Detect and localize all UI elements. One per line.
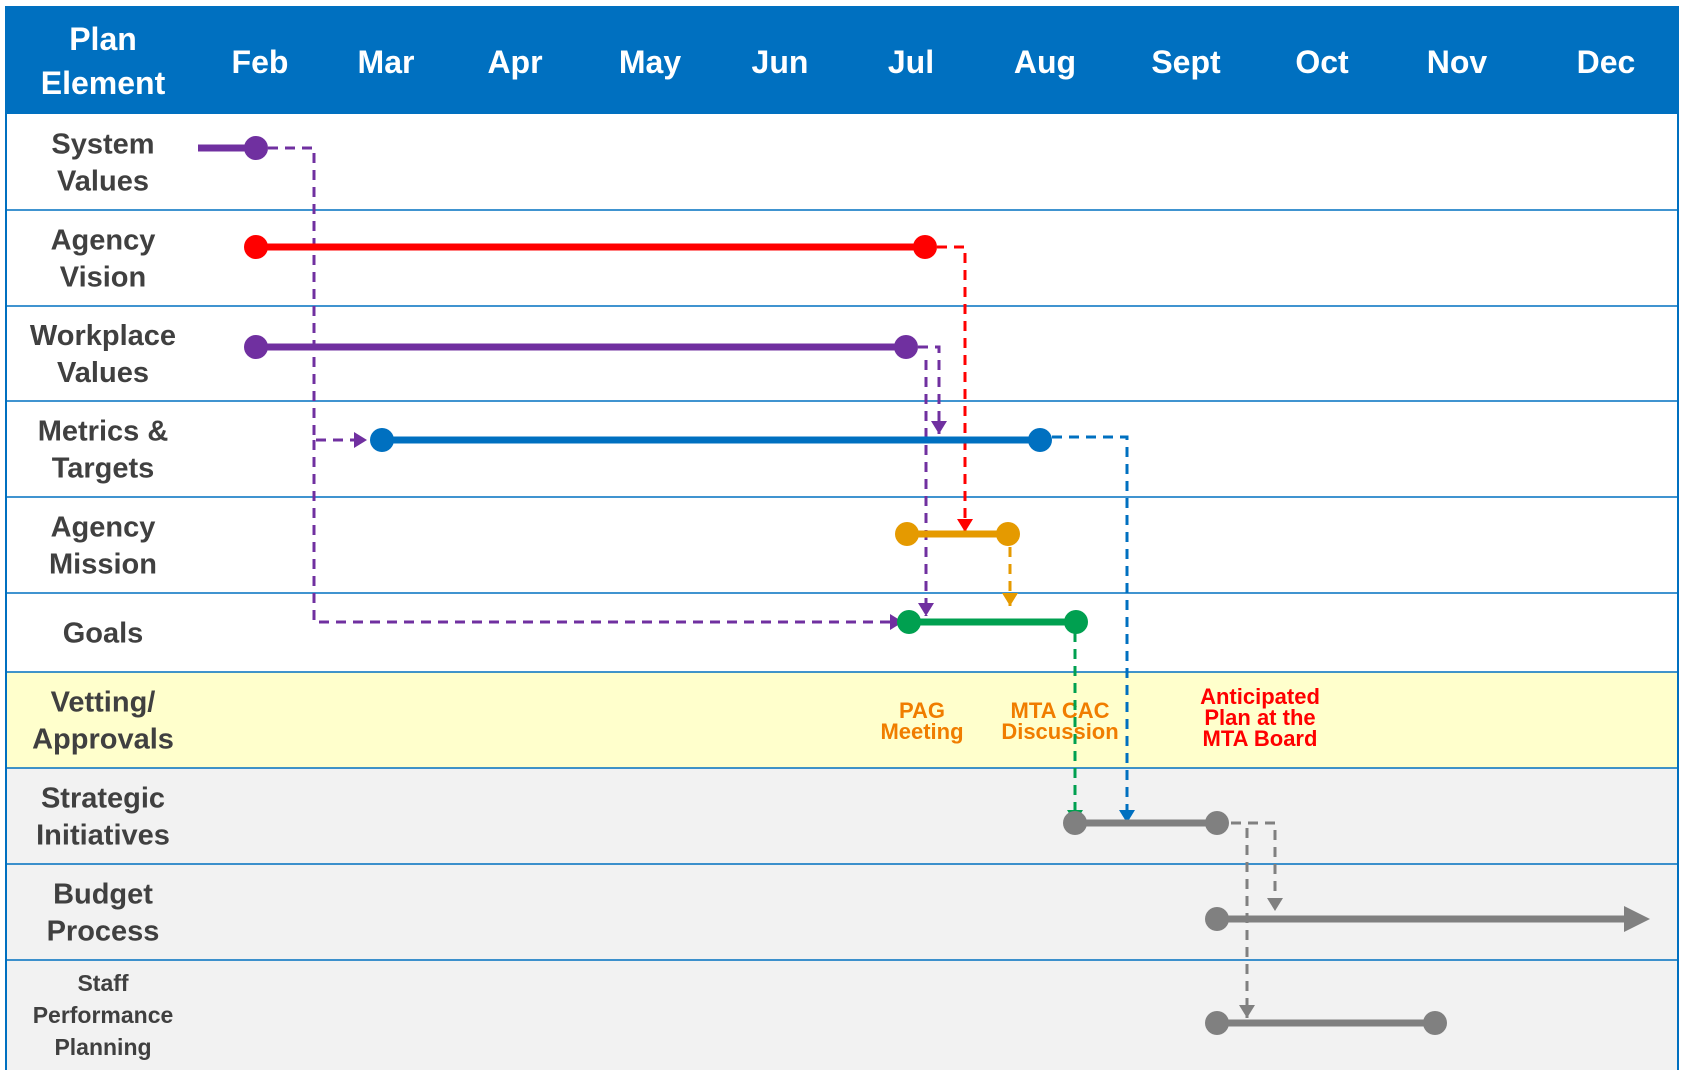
timeline-diagram: Plan Element Feb Mar Apr May Jun Jul Aug Sept Oct N… [0, 0, 1684, 1070]
row-label-line: Staff [77, 970, 128, 996]
row-label-line: Workplace [30, 320, 176, 352]
metrics-targets-end-dot [1028, 428, 1052, 452]
row-label-line: Performance [33, 1002, 174, 1028]
staff-performance-planning-start-dot [1205, 1011, 1229, 1035]
header-corner-label-line: Element [41, 65, 166, 101]
row-label-line: Strategic [41, 783, 165, 815]
milestone-label-line: MTA Board [1203, 726, 1318, 751]
row-label-line: Approvals [32, 724, 174, 756]
row-label-line: Agency [51, 225, 156, 257]
row-label-line: Values [57, 357, 149, 389]
metrics-targets-start-dot [370, 428, 394, 452]
budget-process-start-dot [1205, 907, 1229, 931]
goals-end-dot [1064, 610, 1088, 634]
timeline-svg: Plan Element Feb Mar Apr May Jun Jul Aug Sept Oct N… [5, 6, 1679, 1070]
workplace-values-end-dot [894, 335, 918, 359]
row-label-line: Budget [53, 879, 153, 911]
agency-mission-start-dot [895, 522, 919, 546]
row-background [6, 593, 1678, 672]
row-label-line: Values [57, 166, 149, 198]
row-label-line: Vetting/ [51, 687, 156, 719]
agency-vision-end-dot [913, 235, 937, 259]
row-label-line: Targets [52, 453, 155, 485]
row-background [6, 864, 1678, 960]
row-background [6, 672, 1678, 768]
row-label-line: Planning [54, 1034, 151, 1060]
month-header-apr: Apr [487, 44, 542, 80]
milestone-label-line: Meeting [880, 719, 963, 744]
agency-mission-end-dot [996, 522, 1020, 546]
row-label-line: Initiatives [36, 820, 170, 852]
month-header-feb: Feb [232, 44, 289, 80]
month-header-nov: Nov [1427, 44, 1488, 80]
month-header-sept: Sept [1151, 44, 1221, 80]
strategic-initiatives-end-dot [1205, 811, 1229, 835]
month-header-jun: Jun [752, 44, 809, 80]
row-label-line: Goals [63, 618, 144, 650]
row-background [6, 114, 1678, 210]
row-background [6, 401, 1678, 497]
workplace-values-start-dot [244, 335, 268, 359]
row-background [6, 768, 1678, 864]
row-label-line: System [51, 129, 154, 161]
month-header-oct: Oct [1295, 44, 1349, 80]
month-header-mar: Mar [358, 44, 415, 80]
strategic-initiatives-start-dot [1063, 811, 1087, 835]
row-background [6, 497, 1678, 593]
milestone-label-line: Discussion [1001, 719, 1118, 744]
month-header-dec: Dec [1577, 44, 1636, 80]
month-header-aug: Aug [1014, 44, 1076, 80]
goals-start-dot [897, 610, 921, 634]
row-label-line: Agency [51, 512, 156, 544]
month-header-may: May [619, 44, 681, 80]
month-header-jul: Jul [888, 44, 934, 80]
row-label-line: Process [47, 916, 160, 948]
agency-vision-start-dot [244, 235, 268, 259]
row-label-line: Metrics & [38, 416, 169, 448]
staff-performance-planning-end-dot [1423, 1011, 1447, 1035]
header-corner-label-line: Plan [69, 21, 137, 57]
system-values-end-dot [244, 136, 268, 160]
row-label-line: Vision [60, 262, 147, 294]
row-label-line: Mission [49, 549, 157, 581]
